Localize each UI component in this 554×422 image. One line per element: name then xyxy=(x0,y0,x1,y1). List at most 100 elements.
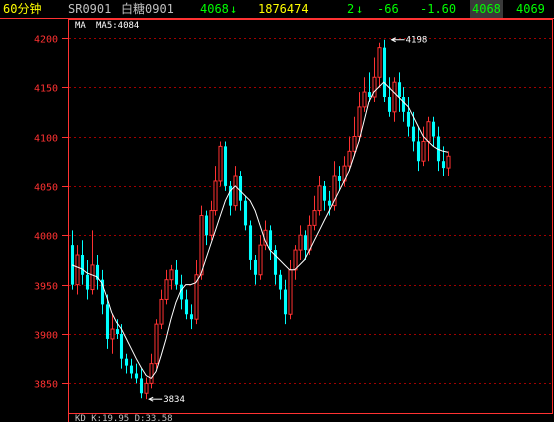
candle[interactable] xyxy=(213,166,218,216)
candle[interactable] xyxy=(446,151,451,177)
candle-body xyxy=(307,224,312,251)
candle[interactable] xyxy=(392,77,397,122)
candle-body xyxy=(367,92,372,98)
candle[interactable] xyxy=(70,230,75,290)
candle-body xyxy=(149,363,154,384)
candle-body xyxy=(223,146,228,186)
candle[interactable] xyxy=(298,225,303,260)
candle[interactable] xyxy=(149,353,154,389)
candle[interactable] xyxy=(218,141,223,186)
candle-body xyxy=(362,91,367,108)
candle[interactable] xyxy=(243,195,248,231)
plot-frame xyxy=(68,19,553,414)
candlestick-chart[interactable]: 3850 3900 3950 4000 4050 4100 4150 4200 4198 383… xyxy=(0,0,554,422)
candle[interactable] xyxy=(258,235,263,280)
candle-body xyxy=(298,234,303,251)
candle[interactable] xyxy=(322,180,327,211)
candle-body xyxy=(293,249,298,271)
candle[interactable] xyxy=(189,304,194,330)
candle-body xyxy=(213,180,218,212)
candle[interactable] xyxy=(209,200,214,241)
candle[interactable] xyxy=(268,225,273,260)
candle[interactable] xyxy=(263,220,268,251)
candle-body xyxy=(169,269,174,281)
candle[interactable] xyxy=(124,353,129,374)
candle[interactable] xyxy=(144,377,149,400)
candle[interactable] xyxy=(85,259,90,300)
kd-indicator-text: KD K:19.95 D:33.58 xyxy=(75,414,173,422)
candle[interactable] xyxy=(362,77,367,112)
candle-body xyxy=(441,161,446,169)
annotation-label: 4198 xyxy=(406,36,428,46)
candle[interactable] xyxy=(159,289,164,330)
candle[interactable] xyxy=(75,245,80,295)
candle-body xyxy=(139,378,144,394)
candle[interactable] xyxy=(253,255,258,285)
candle[interactable] xyxy=(154,319,159,369)
candle-body xyxy=(273,250,278,275)
candle[interactable] xyxy=(312,195,317,231)
candle[interactable] xyxy=(278,269,283,300)
candle[interactable] xyxy=(426,116,431,162)
candle[interactable] xyxy=(228,180,233,216)
candle[interactable] xyxy=(204,210,209,246)
candle[interactable] xyxy=(401,87,406,122)
candle[interactable] xyxy=(377,42,382,88)
candle-body xyxy=(401,97,406,112)
y-tick-label: 4150 xyxy=(34,84,58,95)
candle[interactable] xyxy=(416,126,421,172)
candle-body xyxy=(382,47,387,98)
ma5-value: MA5:4084 xyxy=(96,21,139,31)
candle-body xyxy=(352,136,357,152)
candle[interactable] xyxy=(406,97,411,137)
candle[interactable] xyxy=(372,57,377,102)
candle[interactable] xyxy=(110,314,115,354)
candle[interactable] xyxy=(421,126,426,167)
candles-layer[interactable] xyxy=(70,39,451,400)
candle[interactable] xyxy=(194,259,199,325)
candle-body xyxy=(110,328,115,340)
candle-body xyxy=(312,210,317,226)
candle-body xyxy=(119,334,124,359)
candle[interactable] xyxy=(80,240,85,285)
grid-lines xyxy=(69,38,552,384)
candle[interactable] xyxy=(431,116,436,147)
candle[interactable] xyxy=(283,279,288,325)
candle-body xyxy=(253,259,258,275)
candle[interactable] xyxy=(184,289,189,320)
candle-body xyxy=(189,314,194,320)
candle-body xyxy=(209,210,214,236)
candle[interactable] xyxy=(129,358,134,379)
candle-body xyxy=(184,299,189,315)
y-tick-label: 3900 xyxy=(34,331,58,342)
candle-body xyxy=(357,106,362,138)
candle[interactable] xyxy=(317,176,322,216)
candle[interactable] xyxy=(248,220,253,270)
candle-body xyxy=(134,373,139,379)
candle-body xyxy=(75,254,80,286)
candle-body xyxy=(129,365,134,374)
ma-label: MA xyxy=(75,21,86,31)
candle[interactable] xyxy=(90,230,95,295)
candle[interactable] xyxy=(397,72,402,112)
candle[interactable] xyxy=(223,141,228,191)
candle-body xyxy=(317,185,322,212)
candle[interactable] xyxy=(95,255,100,290)
candle[interactable] xyxy=(134,363,139,384)
candle[interactable] xyxy=(273,245,278,285)
candle[interactable] xyxy=(164,269,169,305)
annotation-label: 3834 xyxy=(163,395,185,405)
candle-body xyxy=(248,225,253,260)
candle[interactable] xyxy=(382,39,387,102)
candle-body xyxy=(397,82,402,98)
candle[interactable] xyxy=(100,269,105,315)
candle[interactable] xyxy=(233,166,238,211)
candle[interactable] xyxy=(139,368,144,399)
candle-body xyxy=(199,215,204,276)
candle-body xyxy=(85,274,90,290)
candle[interactable] xyxy=(293,245,298,280)
candle-body xyxy=(421,140,426,162)
candle-body xyxy=(406,111,411,127)
candle-body xyxy=(446,155,451,169)
candle[interactable] xyxy=(387,77,392,117)
